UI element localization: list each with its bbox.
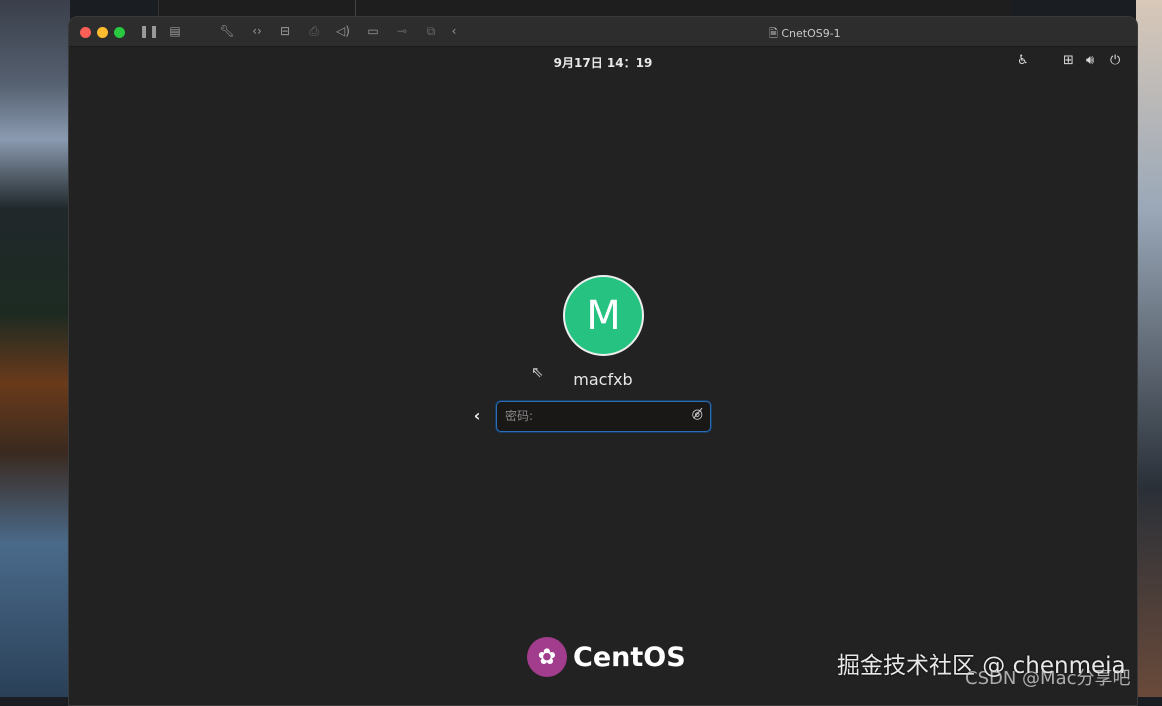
zoom-button[interactable] (114, 27, 125, 38)
watermark-csdn: CSDN @Mac分享吧 (965, 664, 1131, 690)
password-field[interactable]: ◎̸ (496, 401, 711, 432)
minimize-button[interactable] (97, 27, 108, 38)
background-window (158, 0, 1012, 16)
settings-wrench-icon[interactable]: 🔧︎ (219, 24, 235, 38)
show-password-icon[interactable]: ◎̸ (692, 407, 703, 422)
centos-logo: ✿ CentOS (527, 637, 686, 677)
share-icon[interactable]: ⧉ (423, 24, 439, 39)
clock[interactable]: 9月17日 14：19 (69, 54, 1137, 71)
avatar: M (563, 275, 644, 356)
printer-icon[interactable]: ⎙ (306, 24, 322, 39)
window-title-text: CnetOS9-1 (781, 27, 840, 40)
title-bar: ❚❚ ▤ 🔧︎ ‹› ⊟ ⎙ ◁) ▭ ⊸ ⧉ ‹ 🗎︎ CnetOS9-1 (69, 17, 1137, 47)
password-input[interactable] (497, 402, 677, 430)
username: macfxb (69, 370, 1137, 389)
usb-icon[interactable]: ⊸ (394, 24, 410, 38)
close-button[interactable] (80, 27, 91, 38)
vm-window: ❚❚ ▤ 🔧︎ ‹› ⊟ ⎙ ◁) ▭ ⊸ ⧉ ‹ 🗎︎ CnetOS9-1 9… (68, 16, 1138, 706)
power-icon[interactable]: ⏻ (1110, 53, 1120, 68)
gnome-top-bar: 9月17日 14：19 ♿︎ ⊞ 🔊︎ ⏻ (69, 47, 1137, 77)
mouse-pointer-icon: ⇖ (531, 363, 544, 381)
sound-icon[interactable]: ◁) (335, 24, 351, 38)
code-icon[interactable]: ‹› (249, 24, 265, 38)
volume-icon[interactable]: 🔊︎ (1086, 53, 1094, 68)
back-button[interactable]: ‹ (467, 406, 487, 425)
disk-icon[interactable]: ⊟ (277, 24, 293, 38)
window-title: 🗎︎ CnetOS9-1 (769, 25, 841, 44)
network-icon[interactable]: ⊞ (1063, 53, 1074, 68)
pause-icon[interactable]: ❚❚ (139, 24, 155, 38)
centos-flower-icon: ✿ (527, 637, 567, 677)
camera-icon[interactable]: ▭ (365, 24, 381, 38)
snapshot-icon[interactable]: ▤ (167, 24, 183, 38)
desktop-background-right (1136, 0, 1162, 697)
logo-text: CentOS (573, 642, 686, 673)
document-icon: 🗎︎ (769, 27, 781, 40)
accessibility-icon[interactable]: ♿︎ (1017, 53, 1029, 68)
desktop-background-left (0, 0, 70, 697)
back-chevron-icon[interactable]: ‹ (446, 24, 462, 38)
